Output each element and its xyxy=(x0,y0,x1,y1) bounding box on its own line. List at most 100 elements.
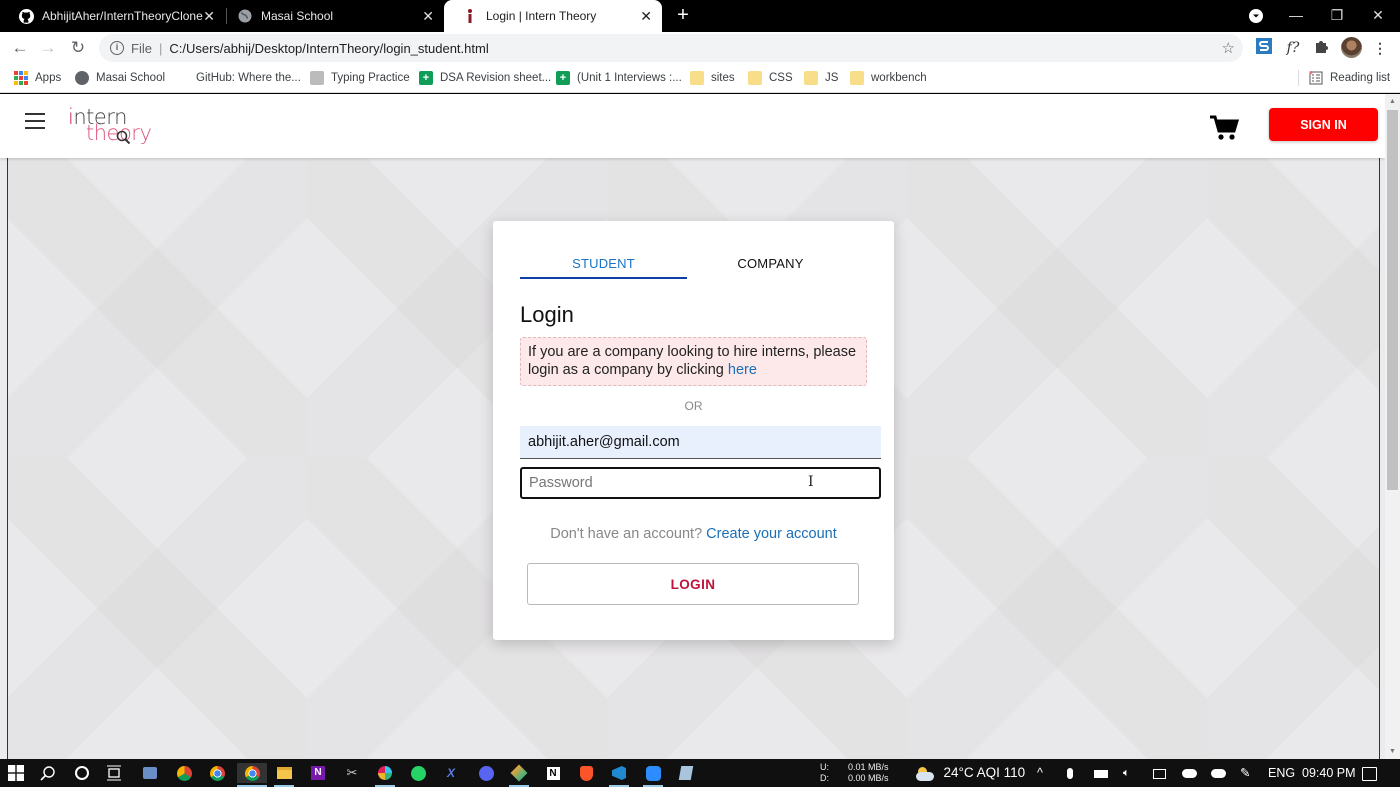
bookmark-github[interactable]: GitHub: Where the... xyxy=(196,70,301,86)
new-tab-button[interactable]: + xyxy=(673,4,693,26)
bookmark-folder-css[interactable]: CSS xyxy=(748,70,793,86)
bookmark-folder-js[interactable]: JS xyxy=(804,70,838,86)
maximize-button[interactable]: ❐ xyxy=(1317,0,1357,32)
tab-search-button[interactable] xyxy=(1236,0,1276,32)
microphone-icon[interactable] xyxy=(1067,759,1073,787)
info-icon[interactable]: i xyxy=(110,41,124,55)
tab-company[interactable]: COMPANY xyxy=(687,246,854,279)
back-icon[interactable]: ← xyxy=(9,37,31,59)
onedrive-icon[interactable] xyxy=(1182,759,1197,787)
reload-icon[interactable]: ↻ xyxy=(67,37,89,59)
create-account-link[interactable]: Create your account xyxy=(706,526,837,542)
vscode-icon[interactable] xyxy=(609,763,629,787)
close-window-button[interactable]: ✕ xyxy=(1358,0,1398,32)
clock[interactable]: 09:40 PM xyxy=(1302,759,1356,787)
login-button[interactable]: LOGIN xyxy=(527,563,859,605)
bookmark-apps[interactable]: Apps xyxy=(14,70,61,86)
bookmark-masai-school[interactable]: Masai School xyxy=(75,70,165,86)
intern-theory-favicon xyxy=(462,8,478,24)
bookmark-label: (Unit 1 Interviews :... xyxy=(577,72,682,84)
site-header: intern theory SIGN IN xyxy=(0,94,1385,158)
hamburger-menu-icon[interactable] xyxy=(25,113,45,129)
browser-tab-github[interactable]: AbhijitAher/InternTheoryClone ✕ xyxy=(0,0,225,32)
tab-student[interactable]: STUDENT xyxy=(520,246,687,279)
url-text[interactable]: C:/Users/abhij/Desktop/InternTheory/logi… xyxy=(169,41,488,56)
bookmark-label: GitHub: Where the... xyxy=(196,72,301,84)
windows-taskbar: N ✂ X N U: D: 0.01 MB/s 0.00 MB/s 24°C A… xyxy=(0,759,1400,787)
bookmark-dsa-revision[interactable]: + DSA Revision sheet... xyxy=(419,70,551,86)
language-indicator[interactable]: ENG xyxy=(1268,759,1295,787)
scroll-down-arrow-icon[interactable]: ▼ xyxy=(1385,744,1400,759)
volume-icon[interactable]: 🔈︎ xyxy=(1123,759,1130,787)
git-kraken-icon[interactable] xyxy=(509,763,529,787)
signup-prompt: Don't have an account? Create your accou… xyxy=(493,526,894,542)
chrome-profile-icon[interactable] xyxy=(174,763,194,783)
brave-icon[interactable] xyxy=(576,763,596,783)
globe-icon xyxy=(75,71,89,85)
reading-list-button[interactable]: Reading list xyxy=(1309,70,1390,86)
signup-prompt-text: Don't have an account? xyxy=(550,526,707,542)
close-tab-icon[interactable]: ✕ xyxy=(640,8,652,24)
profile-avatar[interactable] xyxy=(1341,37,1362,58)
pen-workspace-icon[interactable]: ✎ xyxy=(1240,759,1250,787)
whatsapp-icon[interactable] xyxy=(408,763,428,783)
url-scheme: File xyxy=(131,40,152,56)
bookmarks-bar: Apps Masai School GitHub: Where the... T… xyxy=(0,64,1400,93)
forward-icon[interactable]: → xyxy=(37,37,59,59)
bookmark-label: sites xyxy=(711,72,735,84)
chrome-active-icon[interactable] xyxy=(237,763,267,787)
scroll-up-arrow-icon[interactable]: ▲ xyxy=(1385,94,1400,109)
sign-in-button[interactable]: SIGN IN xyxy=(1269,108,1378,141)
discord-icon[interactable] xyxy=(476,763,496,783)
page-scrollbar[interactable]: ▲ ▼ xyxy=(1385,94,1400,759)
notepad-icon[interactable] xyxy=(676,763,696,783)
s-extension-icon[interactable] xyxy=(1254,38,1274,58)
network-icon[interactable] xyxy=(1153,759,1166,787)
chrome-icon[interactable] xyxy=(207,763,227,783)
xodo-icon[interactable]: X xyxy=(441,763,461,783)
extensions-puzzle-icon[interactable] xyxy=(1311,38,1331,58)
sheets-icon: + xyxy=(419,71,433,85)
bookmark-star-icon[interactable]: ☆ xyxy=(1222,39,1235,57)
download-label: D: xyxy=(820,773,829,783)
search-icon[interactable] xyxy=(38,763,58,783)
task-view-icon[interactable] xyxy=(104,763,124,783)
folder-icon xyxy=(748,71,762,85)
bookmark-label: Masai School xyxy=(96,72,166,84)
close-tab-icon[interactable]: ✕ xyxy=(203,8,215,24)
bookmark-folder-sites[interactable]: sites xyxy=(690,70,735,86)
slack-icon[interactable] xyxy=(375,763,395,787)
bookmark-folder-workbench[interactable]: workbench xyxy=(850,70,927,86)
scrollbar-thumb[interactable] xyxy=(1387,110,1398,490)
browser-tab-masai[interactable]: Masai School ✕ xyxy=(219,0,444,32)
bookmark-unit1-interviews[interactable]: + (Unit 1 Interviews :... xyxy=(556,70,682,86)
cortana-icon[interactable] xyxy=(72,763,92,783)
email-field[interactable] xyxy=(520,426,881,459)
password-field[interactable] xyxy=(520,467,881,499)
zoom-app-icon[interactable] xyxy=(643,763,663,787)
upload-label: U: xyxy=(820,762,829,772)
snipping-tool-icon[interactable]: ✂ xyxy=(342,763,362,783)
shopping-cart-icon[interactable] xyxy=(1209,114,1240,142)
bookmark-typing-practice[interactable]: Typing Practice xyxy=(310,70,410,86)
control-panel-icon[interactable] xyxy=(140,763,160,783)
notification-center-icon[interactable] xyxy=(1362,759,1377,787)
formula-extension-icon[interactable]: f? xyxy=(1283,38,1303,58)
notion-icon[interactable]: N xyxy=(543,763,563,783)
browser-menu-icon[interactable]: ⋮ xyxy=(1370,38,1390,58)
battery-icon[interactable] xyxy=(1094,759,1108,787)
minimize-button[interactable]: — xyxy=(1276,0,1316,32)
browser-tab-login[interactable]: Login | Intern Theory ✕ xyxy=(444,0,662,32)
address-bar[interactable]: i File | C:/Users/abhij/Desktop/InternTh… xyxy=(99,34,1243,62)
bookmark-label: DSA Revision sheet... xyxy=(440,72,552,84)
intern-theory-logo[interactable]: intern theory xyxy=(68,105,152,147)
onenote-icon[interactable]: N xyxy=(308,763,328,783)
show-hidden-icons-chevron[interactable]: ^ xyxy=(1037,759,1043,787)
company-login-link[interactable]: here xyxy=(728,362,757,378)
windows-start-icon[interactable] xyxy=(6,763,26,783)
onedrive-personal-icon[interactable] xyxy=(1211,759,1226,787)
close-tab-icon[interactable]: ✕ xyxy=(422,8,434,24)
bookmark-label: Typing Practice xyxy=(331,72,410,84)
file-explorer-icon[interactable] xyxy=(274,763,294,787)
weather-widget[interactable]: 24°C AQI 110 xyxy=(914,759,1025,787)
